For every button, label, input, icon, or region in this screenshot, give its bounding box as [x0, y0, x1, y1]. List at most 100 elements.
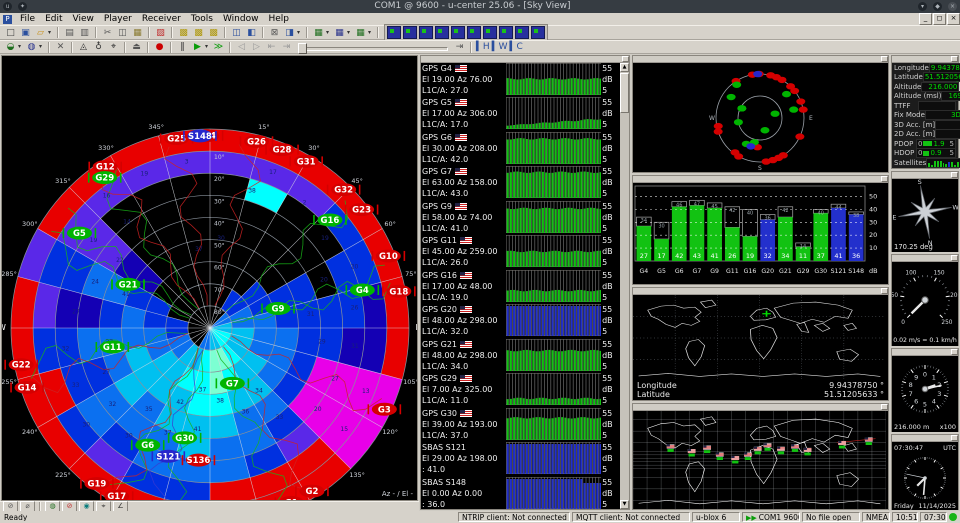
mdi-minimize-button[interactable]: _	[919, 13, 932, 25]
playback-slider[interactable]	[298, 43, 448, 52]
dropdown-caret[interactable]: ▾	[368, 27, 374, 39]
scroll-button[interactable]	[951, 56, 958, 62]
open-button[interactable]: ▱	[34, 27, 47, 39]
window-close-button[interactable]: ⊠	[268, 27, 281, 39]
dock-c-button[interactable]: ▍C	[510, 41, 523, 53]
hscrollbar[interactable]	[892, 172, 958, 179]
view-button-4[interactable]	[435, 26, 449, 39]
maximize-button[interactable]: ◆	[933, 2, 942, 11]
scroll-button[interactable]	[951, 349, 958, 355]
dropdown-caret[interactable]: ▾	[347, 27, 353, 39]
copy-button[interactable]: ◫	[116, 27, 129, 39]
print-button[interactable]: ▤	[63, 27, 76, 39]
slider-thumb[interactable]	[298, 43, 307, 54]
hotkeys-button[interactable]: ✕	[54, 41, 67, 53]
map-view-button[interactable]: ▦	[312, 27, 325, 39]
step-back-button[interactable]: ◁	[235, 41, 248, 53]
scroll-button[interactable]	[622, 56, 629, 62]
scroll-button[interactable]	[951, 172, 958, 178]
satellite-db-button[interactable]: ◬	[77, 41, 90, 53]
chart-view-button[interactable]: ▦	[333, 27, 346, 39]
dropdown-caret[interactable]: ▾	[326, 27, 332, 39]
hscrollbar[interactable]	[892, 255, 958, 262]
satellite-row-gps-g7: GPS G7El 63.00 Az 158.00L1C/A: 43.055dB5	[422, 166, 619, 200]
package-3-button[interactable]: ▩	[207, 27, 220, 39]
view-button-8[interactable]	[499, 26, 513, 39]
menu-file[interactable]: File	[15, 13, 40, 25]
jump-end-button[interactable]: ⇥	[280, 41, 293, 53]
view-button-6[interactable]	[467, 26, 481, 39]
dock-h-button[interactable]: ▍H	[476, 41, 490, 53]
cut-button[interactable]: ✂	[101, 27, 114, 39]
view-button-7[interactable]	[483, 26, 497, 39]
shade-button[interactable]: ▾	[918, 2, 927, 11]
scroll-button[interactable]	[881, 404, 888, 410]
menu-view[interactable]: View	[68, 13, 99, 25]
mdi-restore-button[interactable]: ◻	[933, 13, 946, 25]
eject-button[interactable]: ⏏	[130, 41, 143, 53]
dropdown-caret[interactable]: ▾	[297, 27, 303, 39]
save-button[interactable]: ▣	[19, 27, 32, 39]
connection-button[interactable]: ◒	[4, 41, 17, 53]
menu-window[interactable]: Window	[218, 13, 264, 25]
mdi-close-button[interactable]: ×	[947, 13, 960, 25]
new-button[interactable]: □	[4, 27, 17, 39]
pin-icon[interactable]: ✦	[18, 2, 27, 11]
hscrollbar[interactable]	[892, 435, 958, 442]
table-view-button[interactable]: ▦	[354, 27, 367, 39]
scroll-button[interactable]	[951, 435, 958, 441]
jump-start-button[interactable]: ⇤	[265, 41, 278, 53]
fast-forward-button[interactable]: ≫	[212, 41, 225, 53]
paste-button[interactable]: ▦	[131, 27, 144, 39]
package-2-button[interactable]: ▩	[192, 27, 205, 39]
scroll-down-arrow[interactable]: ▼	[620, 500, 629, 509]
almanac-button[interactable]: ⌖	[107, 41, 120, 53]
print-preview-button[interactable]: ▥	[78, 27, 91, 39]
colors-button[interactable]: ▨	[154, 27, 167, 39]
scroll-up-arrow[interactable]: ▲	[620, 63, 629, 72]
window-columns-button[interactable]: ◨	[283, 27, 296, 39]
minisky-dot-G23	[790, 88, 799, 94]
vscrollbar[interactable]: ▲ ▼	[620, 63, 629, 509]
hscrollbar[interactable]	[633, 176, 888, 183]
scroll-button[interactable]	[881, 56, 888, 62]
baudrate-button[interactable]: ◍	[25, 41, 38, 53]
scroll-button[interactable]	[951, 255, 958, 261]
hscrollbar[interactable]	[633, 288, 888, 295]
play-button[interactable]: ▶	[191, 41, 204, 53]
view-button-1[interactable]	[387, 26, 401, 39]
dropdown-caret[interactable]: ▾	[48, 27, 54, 39]
menu-edit[interactable]: Edit	[40, 13, 67, 25]
hscrollbar[interactable]	[892, 349, 958, 356]
hscrollbar[interactable]	[633, 404, 888, 411]
scale-max: 55	[602, 97, 619, 108]
clock-date: 11/14/2025	[919, 502, 956, 510]
scroll-button[interactable]	[881, 288, 888, 294]
view-button-10[interactable]	[531, 26, 545, 39]
window-tile-button[interactable]: ◫	[230, 27, 243, 39]
pause-button[interactable]: ‖	[176, 41, 189, 53]
view-button-9[interactable]	[515, 26, 529, 39]
close-button[interactable]: ×	[948, 2, 957, 11]
hscrollbar[interactable]	[633, 56, 888, 63]
dock-w-button[interactable]: ▍W	[492, 41, 508, 53]
menu-help[interactable]: Help	[263, 13, 294, 25]
window-cascade-button[interactable]: ◧	[245, 27, 258, 39]
scroll-button[interactable]	[881, 176, 888, 182]
scroll-thumb[interactable]	[620, 73, 629, 113]
to-end-button[interactable]: ⇥	[453, 41, 466, 53]
package-1-button[interactable]: ▩	[177, 27, 190, 39]
menu-tools[interactable]: Tools	[186, 13, 218, 25]
menu-player[interactable]: Player	[99, 13, 137, 25]
dropdown-caret[interactable]: ▾	[39, 41, 45, 53]
dropdown-caret[interactable]: ▾	[205, 41, 211, 53]
record-button[interactable]: ●	[153, 41, 166, 53]
hscrollbar[interactable]	[421, 56, 629, 63]
view-button-3[interactable]	[419, 26, 433, 39]
dropdown-caret[interactable]: ▾	[18, 41, 24, 53]
step-forward-button[interactable]: ▷	[250, 41, 263, 53]
antenna-button[interactable]: ♁	[92, 41, 105, 53]
view-button-2[interactable]	[403, 26, 417, 39]
view-button-5[interactable]	[451, 26, 465, 39]
menu-receiver[interactable]: Receiver	[137, 13, 186, 25]
